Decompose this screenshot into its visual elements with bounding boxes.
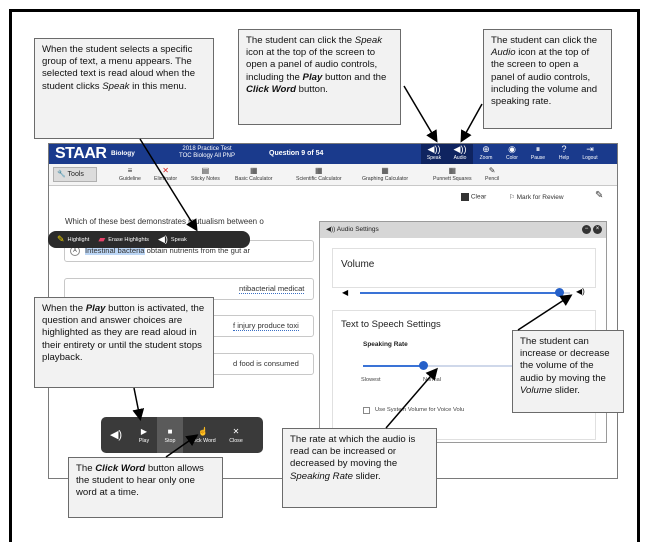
- callout-arrows: [132, 85, 573, 458]
- arrow-to-selection-menu: [139, 138, 198, 232]
- arrow-to-volume-slider: [517, 294, 573, 331]
- arrow-to-speaking-rate: [385, 367, 438, 429]
- arrow-to-play-button: [132, 387, 145, 421]
- arrow-to-audio-icon: [460, 103, 483, 143]
- arrow-to-click-word: [165, 434, 199, 458]
- arrow-to-speak-icon: [403, 85, 438, 143]
